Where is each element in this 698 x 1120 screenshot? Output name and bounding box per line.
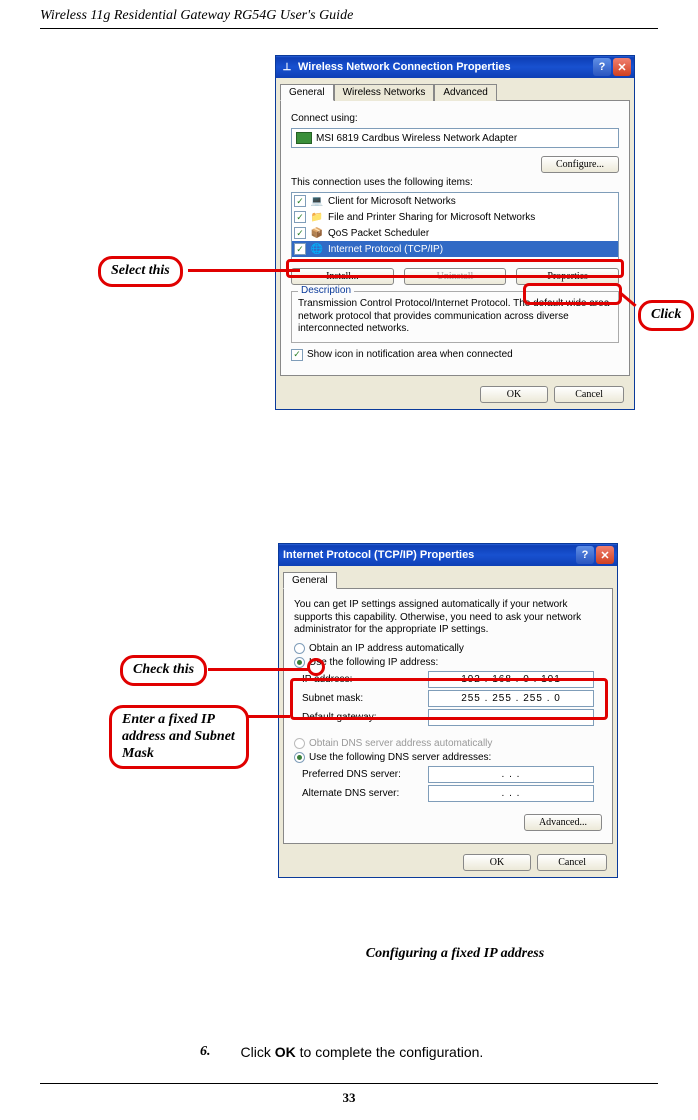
adapter-icon (296, 132, 312, 144)
step-number: 6. (200, 1044, 211, 1060)
radio-use-following[interactable]: Use the following IP address: (294, 657, 602, 668)
radio-icon[interactable] (294, 752, 305, 763)
description-title: Description (298, 285, 354, 296)
step-text: Click OK to complete the configuration. (241, 1044, 484, 1060)
callout-enter-fixed: Enter a fixed IP address and Subnet Mask (109, 705, 249, 769)
list-item-tcpip[interactable]: ✓ 🌐 Internet Protocol (TCP/IP) (292, 241, 618, 257)
doc-header: Wireless 11g Residential Gateway RG54G U… (40, 0, 658, 28)
pref-dns-input[interactable]: . . . (428, 766, 594, 783)
wireless-properties-dialog: ⊥ Wireless Network Connection Properties… (275, 55, 635, 410)
client-icon: 💻 (310, 194, 324, 208)
tab-strip: General (279, 566, 617, 588)
protocol-icon: 🌐 (310, 242, 324, 256)
ok-button[interactable]: OK (480, 386, 548, 403)
dialog-title: Wireless Network Connection Properties (298, 61, 511, 73)
items-label: This connection uses the following items… (291, 177, 619, 188)
callout-line (248, 715, 290, 718)
list-item[interactable]: ✓ 💻 Client for Microsoft Networks (292, 193, 618, 209)
tab-panel-general: Connect using: MSI 6819 Cardbus Wireless… (280, 100, 630, 376)
components-list[interactable]: ✓ 💻 Client for Microsoft Networks ✓ 📁 Fi… (291, 192, 619, 262)
callout-select-this: Select this (98, 256, 183, 287)
checkbox-icon[interactable]: ✓ (294, 243, 306, 255)
list-item[interactable]: ✓ 📦 QoS Packet Scheduler (292, 225, 618, 241)
highlight-tcpip (286, 259, 624, 278)
header-divider (40, 28, 658, 29)
alt-dns-row: Alternate DNS server: . . . (302, 785, 594, 802)
intro-text: You can get IP settings assigned automat… (294, 599, 602, 637)
dialog-button-row: OK Cancel (279, 848, 617, 877)
connect-using-label: Connect using: (291, 113, 619, 124)
tab-wireless-networks[interactable]: Wireless Networks (334, 84, 435, 101)
tab-general[interactable]: General (280, 84, 334, 101)
radio-label: Use the following DNS server addresses: (309, 752, 491, 763)
show-icon-checkbox[interactable]: ✓ (291, 349, 303, 361)
close-button[interactable]: ✕ (596, 546, 614, 564)
highlight-properties (523, 283, 622, 305)
highlight-ip-subnet (290, 678, 608, 720)
tab-strip: General Wireless Networks Advanced (276, 78, 634, 100)
dialog-title: Internet Protocol (TCP/IP) Properties (283, 549, 474, 561)
radio-obtain-dns-auto: Obtain DNS server address automatically (294, 738, 602, 749)
tab-general[interactable]: General (283, 572, 337, 589)
figure-caption: Configuring a fixed IP address (275, 946, 635, 962)
callout-line (188, 269, 300, 272)
network-icon: ⊥ (280, 60, 294, 74)
radio-icon[interactable] (294, 643, 305, 654)
list-item-label: Internet Protocol (TCP/IP) (328, 244, 443, 255)
service-icon: 📁 (310, 210, 324, 224)
show-icon-label: Show icon in notification area when conn… (307, 349, 513, 360)
pref-dns-row: Preferred DNS server: . . . (302, 766, 594, 783)
radio-label: Obtain an IP address automatically (309, 643, 464, 654)
callout-click: Click (638, 300, 694, 331)
radio-icon (294, 738, 305, 749)
highlight-radio (307, 658, 325, 676)
qos-icon: 📦 (310, 226, 324, 240)
radio-label: Obtain DNS server address automatically (309, 738, 492, 749)
list-item-label: Client for Microsoft Networks (328, 196, 456, 207)
adapter-box: MSI 6819 Cardbus Wireless Network Adapte… (291, 128, 619, 148)
checkbox-icon[interactable]: ✓ (294, 195, 306, 207)
radio-obtain-auto[interactable]: Obtain an IP address automatically (294, 643, 602, 654)
list-item-label: File and Printer Sharing for Microsoft N… (328, 212, 535, 223)
radio-use-dns[interactable]: Use the following DNS server addresses: (294, 752, 602, 763)
close-button[interactable]: ✕ (613, 58, 631, 76)
ok-button[interactable]: OK (463, 854, 531, 871)
adapter-name: MSI 6819 Cardbus Wireless Network Adapte… (316, 133, 517, 144)
radio-label: Use the following IP address: (309, 657, 438, 668)
cancel-button[interactable]: Cancel (554, 386, 624, 403)
radio-icon[interactable] (294, 657, 305, 668)
pref-dns-label: Preferred DNS server: (302, 769, 422, 780)
help-button[interactable]: ? (576, 546, 594, 564)
list-item-label: QoS Packet Scheduler (328, 228, 429, 239)
alt-dns-label: Alternate DNS server: (302, 788, 422, 799)
titlebar[interactable]: ⊥ Wireless Network Connection Properties… (276, 56, 634, 78)
checkbox-icon[interactable]: ✓ (294, 227, 306, 239)
checkbox-icon[interactable]: ✓ (294, 211, 306, 223)
help-button[interactable]: ? (593, 58, 611, 76)
callout-check-this: Check this (120, 655, 207, 686)
titlebar[interactable]: Internet Protocol (TCP/IP) Properties ? … (279, 544, 617, 566)
cancel-button[interactable]: Cancel (537, 854, 607, 871)
page-number: 33 (0, 1090, 698, 1106)
configure-button[interactable]: Configure... (541, 156, 619, 173)
list-item[interactable]: ✓ 📁 File and Printer Sharing for Microso… (292, 209, 618, 225)
footer-divider (40, 1083, 658, 1084)
advanced-button[interactable]: Advanced... (524, 814, 602, 831)
callout-line (208, 668, 310, 671)
dialog-button-row: OK Cancel (276, 380, 634, 409)
tab-advanced[interactable]: Advanced (434, 84, 496, 101)
alt-dns-input[interactable]: . . . (428, 785, 594, 802)
